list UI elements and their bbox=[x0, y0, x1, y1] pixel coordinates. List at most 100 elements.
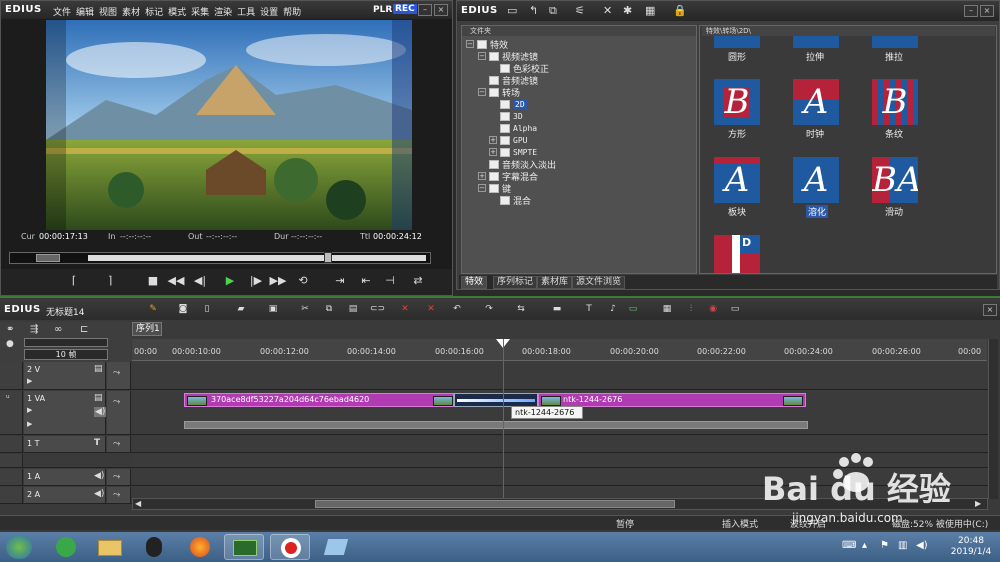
effect-icon[interactable]: ✱ bbox=[623, 4, 632, 17]
track-lane[interactable] bbox=[132, 436, 988, 452]
undo-icon[interactable]: ↶ bbox=[450, 303, 464, 316]
video-track-icon[interactable]: ▤ bbox=[94, 393, 103, 403]
zoom-slider[interactable] bbox=[24, 338, 108, 347]
trim-icon[interactable]: ▬ bbox=[550, 303, 564, 316]
menu-capture[interactable]: 采集 bbox=[191, 8, 209, 18]
mark-in-icon[interactable]: ⌈ bbox=[65, 274, 83, 287]
taskbar-app-other[interactable] bbox=[316, 534, 356, 560]
step-forward-icon[interactable]: |▶ bbox=[247, 274, 265, 287]
multicam-icon[interactable]: ▦ bbox=[660, 303, 674, 316]
track-header[interactable]: 1 A ◀) bbox=[24, 469, 106, 485]
tree-node-smpte[interactable]: + SMPTE bbox=[489, 146, 537, 158]
track-mode-icon[interactable]: ⚭ bbox=[6, 324, 14, 335]
copy-icon[interactable]: ⧉ bbox=[322, 303, 336, 316]
expand-icon[interactable]: + bbox=[489, 148, 497, 156]
cut-icon[interactable]: ✂ bbox=[298, 303, 312, 316]
expand-track-icon[interactable]: ▶ bbox=[27, 406, 32, 414]
transition-thumb-push[interactable] bbox=[872, 36, 918, 48]
close-icon[interactable]: × bbox=[434, 4, 448, 16]
plr-button[interactable]: PLR bbox=[373, 5, 392, 15]
taskbar-app-qq[interactable] bbox=[134, 534, 174, 560]
menu-settings[interactable]: 设置 bbox=[260, 8, 278, 18]
save-icon[interactable]: ▣ bbox=[266, 303, 280, 316]
transition-thumb-dissolve[interactable]: A bbox=[793, 157, 839, 203]
timeline-close-icon[interactable]: × bbox=[983, 304, 997, 316]
flag-icon[interactable]: ⚑ bbox=[880, 540, 889, 551]
split-icon[interactable]: ⊣ bbox=[381, 274, 399, 287]
expand-track-icon[interactable]: ▶ bbox=[27, 420, 32, 428]
transition-thumb-slide[interactable]: BA bbox=[872, 157, 918, 203]
transition-thumb-circle[interactable] bbox=[714, 36, 760, 48]
transition-thumb-other[interactable]: D bbox=[714, 235, 760, 273]
track-select-icon[interactable]: ᵘ bbox=[6, 394, 10, 404]
tree-node-video-filters[interactable]: − 视频滤镜 bbox=[478, 50, 538, 63]
tree-node-2d[interactable]: 2D bbox=[500, 98, 527, 110]
jog-slider[interactable] bbox=[36, 254, 60, 262]
tab-sequence-markers[interactable]: 序列标记 bbox=[493, 276, 538, 289]
transition-thumb-block[interactable]: A bbox=[714, 157, 760, 203]
ripple-delete-icon[interactable]: ✕ bbox=[424, 303, 438, 316]
title-icon[interactable]: T bbox=[582, 303, 596, 316]
menu-clip[interactable]: 素材 bbox=[122, 8, 140, 18]
video-track-icon[interactable]: ▤ bbox=[94, 364, 103, 374]
delete-clip-icon[interactable]: ✕ bbox=[398, 303, 412, 316]
up-folder-icon[interactable]: ↰ bbox=[529, 4, 538, 17]
effect-wand-icon[interactable]: ✎ bbox=[146, 303, 160, 316]
tab-effects[interactable]: 特效 bbox=[461, 276, 488, 289]
paste-icon[interactable]: ▤ bbox=[346, 303, 360, 316]
time-ruler[interactable]: 00:00 00:00:10:00 00:00:12:00 00:00:14:0… bbox=[132, 339, 987, 361]
rewind-icon[interactable]: ◀◀ bbox=[167, 274, 185, 287]
mic-icon[interactable]: ♪ bbox=[606, 303, 620, 316]
play-icon[interactable]: ▶ bbox=[221, 274, 239, 287]
collapse-icon[interactable]: − bbox=[478, 88, 486, 96]
keyboard-icon[interactable]: ⌨ bbox=[842, 540, 856, 551]
tab-source-browser[interactable]: 源文件浏览 bbox=[572, 276, 626, 289]
link-toggle-icon[interactable]: ∞ bbox=[54, 324, 62, 335]
menu-marker[interactable]: 标记 bbox=[145, 8, 163, 18]
loop-icon[interactable]: ⟲ bbox=[294, 274, 312, 287]
link-icon[interactable]: ⊂⊃ bbox=[370, 303, 385, 316]
track-lane[interactable] bbox=[132, 362, 988, 389]
network-icon[interactable]: ▥ bbox=[898, 540, 907, 551]
menu-help[interactable]: 帮助 bbox=[283, 8, 301, 18]
folder-icon[interactable]: ▭ bbox=[507, 4, 517, 17]
tree-node-transitions[interactable]: − 转场 bbox=[478, 86, 520, 99]
transition-thumb-square[interactable]: B bbox=[714, 79, 760, 125]
tree-node-audio-filters[interactable]: 音频滤镜 bbox=[489, 74, 538, 87]
track-link-icon[interactable]: ⤳ bbox=[113, 490, 120, 500]
track-link-icon[interactable]: ⤳ bbox=[113, 368, 120, 378]
menu-render[interactable]: 渲染 bbox=[214, 8, 232, 18]
collapse-icon[interactable]: − bbox=[478, 52, 486, 60]
tree-node-3d[interactable]: 3D bbox=[500, 110, 523, 122]
sync-icon[interactable]: ⇶ bbox=[30, 324, 38, 335]
track-header[interactable]: 2 A ◀) bbox=[24, 487, 106, 503]
tab-bin[interactable]: 素材库 bbox=[537, 276, 573, 289]
player-scrubber[interactable] bbox=[9, 252, 431, 264]
insert-icon[interactable]: ⇥ bbox=[331, 274, 349, 287]
palette-close-icon[interactable]: × bbox=[980, 5, 994, 17]
redo-icon[interactable]: ↷ bbox=[482, 303, 496, 316]
scroll-thumb[interactable] bbox=[315, 500, 675, 508]
lock-icon[interactable]: 🔒 bbox=[673, 4, 687, 17]
transition-thumb-stretch[interactable] bbox=[793, 36, 839, 48]
taskbar-app-update[interactable] bbox=[46, 534, 86, 560]
tree-node-gpu[interactable]: + GPU bbox=[489, 134, 527, 146]
collapse-icon[interactable]: − bbox=[466, 40, 474, 48]
taskbar-app-explorer[interactable] bbox=[90, 534, 130, 560]
speaker-icon[interactable]: ◀) bbox=[94, 489, 104, 499]
video-clip-2[interactable]: ntk-1244-2676 bbox=[538, 393, 806, 407]
taskbar-app-edius[interactable] bbox=[224, 534, 264, 560]
all-tracks-toggle-icon[interactable]: ● bbox=[6, 339, 14, 349]
tree-node-color-correction[interactable]: 色彩校正 bbox=[500, 62, 549, 75]
tree-node-blend[interactable]: 混合 bbox=[500, 194, 531, 207]
view-grid-icon[interactable]: ▦ bbox=[645, 4, 655, 17]
overwrite-icon[interactable]: ⇤ bbox=[357, 274, 375, 287]
palette-minimize-icon[interactable]: – bbox=[964, 5, 978, 17]
menu-tools[interactable]: 工具 bbox=[237, 8, 255, 18]
track-header[interactable]: 1 VA ▤ ◀) ▶ ▶ bbox=[24, 391, 107, 434]
track-link-icon[interactable]: ⤳ bbox=[113, 397, 120, 407]
fast-forward-icon[interactable]: ▶▶ bbox=[269, 274, 287, 287]
copy-icon[interactable]: ⧉ bbox=[549, 4, 557, 18]
title-track-icon[interactable]: T bbox=[94, 438, 100, 448]
sequence-tab[interactable]: 序列1 bbox=[132, 322, 162, 336]
